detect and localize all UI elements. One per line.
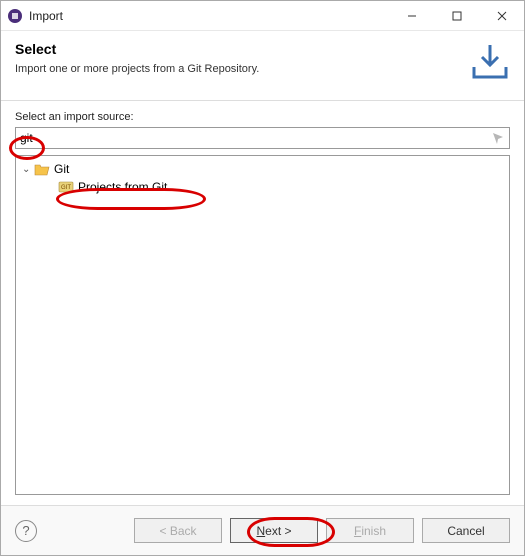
minimize-button[interactable] [389, 1, 434, 30]
back-button-label: < Back [159, 524, 196, 538]
wizard-banner: Select Import one or more projects from … [1, 31, 524, 101]
back-button: < Back [134, 518, 222, 543]
clear-filter-icon[interactable] [491, 131, 505, 145]
next-button[interactable]: Next > [230, 518, 318, 543]
folder-open-icon [34, 162, 50, 176]
tree-node-label: Projects from Git [78, 180, 167, 194]
finish-button-label: Finish [354, 524, 386, 538]
tree-node-label: Git [54, 162, 69, 176]
help-button[interactable]: ? [15, 520, 37, 542]
import-app-icon [7, 8, 23, 24]
svg-text:GIT: GIT [61, 185, 71, 191]
finish-button: Finish [326, 518, 414, 543]
import-source-tree[interactable]: ⌄ Git GIT Projects from Git [15, 155, 510, 495]
filter-input-value: git [20, 131, 491, 145]
wizard-button-bar: ? < Back Next > Finish Cancel [1, 505, 524, 555]
next-button-label: Next > [256, 524, 291, 538]
titlebar: Import [1, 1, 524, 31]
tree-node-git[interactable]: ⌄ Git [20, 160, 505, 178]
filter-input[interactable]: git [15, 127, 510, 149]
cancel-button-label: Cancel [447, 524, 484, 538]
close-button[interactable] [479, 1, 524, 30]
filter-label: Select an import source: [15, 111, 510, 123]
import-banner-icon [470, 41, 510, 81]
window-title: Import [29, 9, 389, 23]
window-controls [389, 1, 524, 30]
maximize-button[interactable] [434, 1, 479, 30]
cancel-button[interactable]: Cancel [422, 518, 510, 543]
tree-node-projects-from-git[interactable]: GIT Projects from Git [20, 178, 505, 196]
banner-title: Select [15, 41, 460, 57]
banner-description: Import one or more projects from a Git R… [15, 63, 460, 75]
expander-icon[interactable]: ⌄ [22, 164, 34, 175]
git-project-icon: GIT [58, 180, 74, 194]
